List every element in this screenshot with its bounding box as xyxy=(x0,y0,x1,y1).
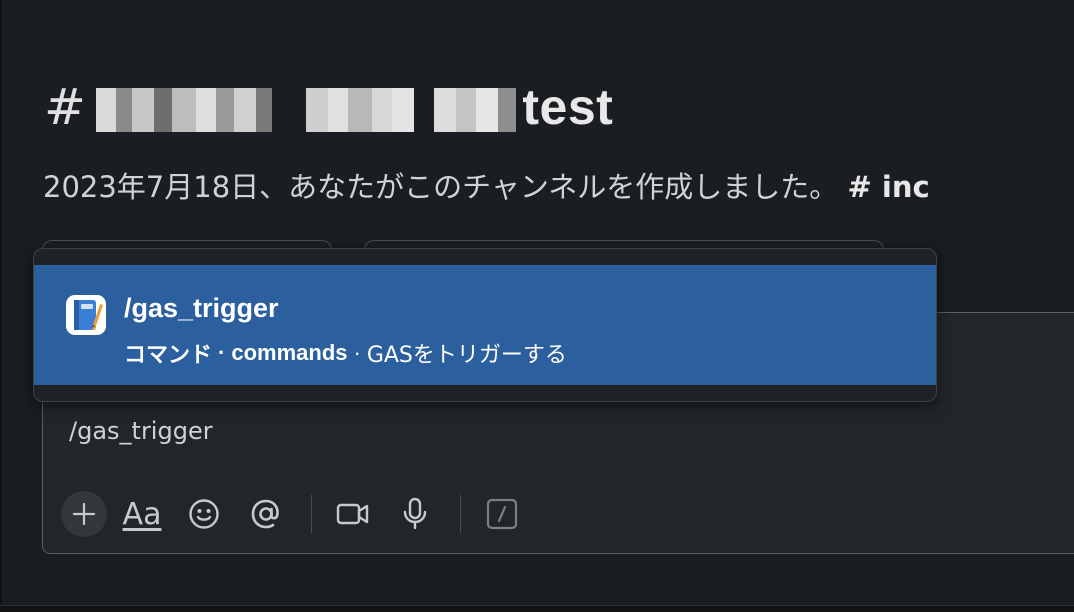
command-description: GASをトリガーする xyxy=(366,343,567,368)
text-format-icon[interactable]: Aa xyxy=(119,491,165,537)
format-label: Aa xyxy=(122,496,162,532)
at-mention-icon[interactable] xyxy=(243,491,289,537)
channel-link[interactable]: # inc xyxy=(848,170,930,204)
toolbar-divider xyxy=(311,495,312,533)
autocomplete-item-gas-trigger[interactable]: /gas_trigger コマンド · commands · GASをトリガーす… xyxy=(34,265,936,385)
channel-hash-icon: # xyxy=(44,78,87,136)
autocomplete-popup: /gas_trigger コマンド · commands · GASをトリガーす… xyxy=(33,248,937,402)
command-app-name: commands xyxy=(231,340,348,365)
channel-title: # test xyxy=(44,72,613,142)
slash-command-icon[interactable] xyxy=(479,491,525,537)
composer-toolbar: Aa xyxy=(61,491,541,537)
command-name: /gas_trigger xyxy=(124,293,279,323)
app-notebook-icon xyxy=(66,295,106,335)
toolbar-divider xyxy=(460,495,461,533)
message-input[interactable]: /gas_trigger xyxy=(69,417,213,445)
command-meta: コマンド · commands · GASをトリガーする xyxy=(124,337,567,369)
channel-title-suffix: test xyxy=(522,79,614,135)
command-type-label: コマンド xyxy=(124,343,213,368)
microphone-icon[interactable] xyxy=(392,491,438,537)
redacted-channel-name xyxy=(96,88,517,132)
meta-separator: · xyxy=(353,340,361,365)
channel-created-text: 2023年7月18日、あなたがこのチャンネルを作成しました。 xyxy=(43,170,839,204)
window-edge xyxy=(0,0,2,612)
emoji-icon[interactable] xyxy=(181,491,227,537)
video-icon[interactable] xyxy=(330,491,376,537)
plus-icon[interactable] xyxy=(61,491,107,537)
channel-description: 2023年7月18日、あなたがこのチャンネルを作成しました。 # inc xyxy=(43,164,930,206)
window-bottom-edge xyxy=(0,605,1074,612)
slack-channel-view: # test 2023年7月18日、あなたがこのチャンネルを作成しました。 # … xyxy=(0,0,1074,612)
meta-separator: · xyxy=(218,340,226,365)
